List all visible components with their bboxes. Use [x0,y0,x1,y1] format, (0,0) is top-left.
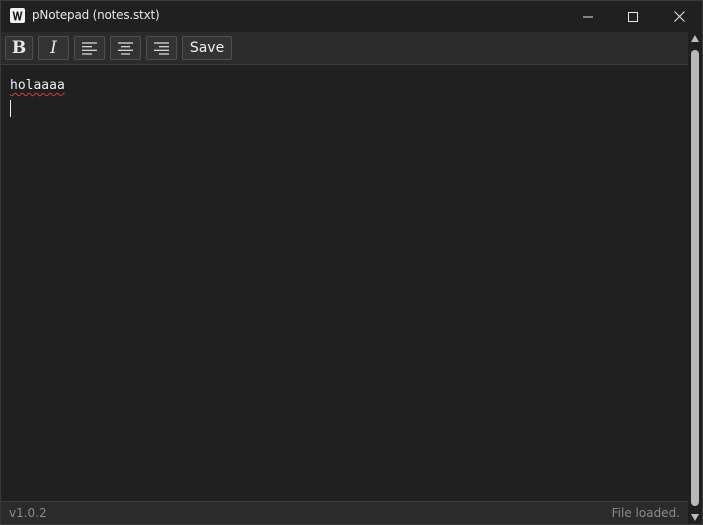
text-caret [10,100,11,117]
status-message: File loaded. [611,506,680,520]
misspelled-word[interactable]: holaaaa [10,78,65,93]
align-center-icon [118,41,133,55]
title-bar[interactable]: pNotepad (notes.stxt) [1,1,702,32]
save-button[interactable]: Save [182,36,232,60]
minimize-icon [583,16,593,17]
maximize-icon [628,11,638,22]
minimize-button[interactable] [565,1,611,32]
status-bar: v1.0.2 File loaded. [1,501,688,524]
window-title: pNotepad (notes.stxt) [32,8,160,22]
italic-button[interactable]: I [38,36,69,60]
scroll-up-arrow-icon[interactable] [691,35,699,42]
editor-line: holaaaa [10,78,65,93]
close-button[interactable] [656,1,702,32]
align-center-button[interactable] [110,36,141,60]
align-left-icon [82,41,97,55]
align-right-icon [154,41,169,55]
vertical-scrollbar[interactable] [688,32,702,524]
bold-icon: B [11,37,27,58]
formatting-toolbar: B I Save [1,32,688,65]
align-left-button[interactable] [74,36,105,60]
close-icon [673,11,685,22]
italic-icon: I [50,37,57,58]
bold-button[interactable]: B [5,36,33,60]
scroll-down-arrow-icon[interactable] [691,514,699,521]
align-right-button[interactable] [146,36,177,60]
app-window: pNotepad (notes.stxt) B I Save holaaaa v… [0,0,703,525]
maximize-button[interactable] [610,1,656,32]
version-label: v1.0.2 [9,506,47,520]
text-editor[interactable]: holaaaa [1,65,688,501]
app-logo-icon [10,8,25,23]
scroll-thumb[interactable] [691,50,699,506]
